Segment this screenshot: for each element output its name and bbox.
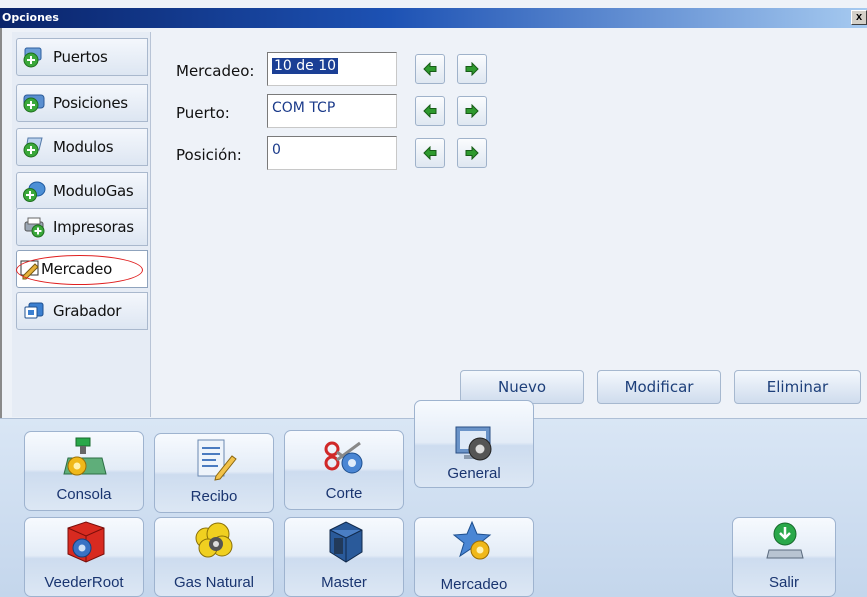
title-bar: Opciones x [0, 8, 867, 28]
arrow-right-icon [465, 146, 479, 160]
sidebar-item-mercadeo[interactable]: Mercadeo [16, 250, 148, 288]
mercadeo-prev-button[interactable] [415, 54, 445, 84]
gas-natural-button[interactable]: Gas Natural [154, 517, 274, 597]
puerto-field[interactable]: COM TCP [267, 94, 397, 128]
sidebar-item-impresoras[interactable]: Impresoras [16, 208, 148, 246]
sidebar-item-label: Puertos [53, 48, 108, 66]
monitor-gear-icon [455, 426, 492, 461]
tile-label: Master [321, 574, 367, 591]
tile-label: Recibo [190, 488, 238, 505]
sidebar-item-modulogas[interactable]: ModuloGas [16, 172, 148, 210]
veederroot-button[interactable]: VeederRoot [24, 517, 144, 597]
posicion-value: 0 [272, 142, 281, 158]
arrow-left-icon [423, 62, 437, 76]
content-panel: Mercadeo: 10 de 10 Puerto: COM TCP Posic… [151, 32, 867, 417]
mercadeo-value: 10 de 10 [272, 58, 339, 74]
arrow-left-icon [423, 146, 437, 160]
recorder-icon [22, 300, 46, 322]
corte-button[interactable]: Corte [284, 430, 404, 510]
puerto-label: Puerto: [176, 104, 230, 122]
mercadeo-label: Mercadeo: [176, 62, 255, 80]
scissors-gear-icon [324, 441, 363, 474]
master-button[interactable]: Master [284, 517, 404, 597]
tile-label: Gas Natural [173, 574, 255, 591]
server-box-icon [329, 521, 363, 563]
puerto-value: COM TCP [272, 100, 336, 116]
general-button[interactable]: General [414, 400, 534, 488]
options-window: Opciones x Puertos Posiciones Modulos Mo… [0, 0, 867, 597]
printer-plus-icon [22, 216, 46, 238]
nuevo-button[interactable]: Nuevo [460, 370, 584, 404]
tile-label: Consola [56, 486, 112, 503]
sidebar-item-puertos[interactable]: Puertos [16, 38, 148, 76]
exit-download-icon [766, 522, 804, 559]
posicion-label: Posición: [176, 146, 242, 164]
arrow-right-icon [465, 104, 479, 118]
tile-label: Corte [325, 485, 363, 502]
arrow-left-icon [423, 104, 437, 118]
veederroot-icon [67, 521, 105, 563]
mercadeo-field[interactable]: 10 de 10 [267, 52, 397, 86]
sidebar-item-grabador[interactable]: Grabador [16, 292, 148, 330]
puerto-next-button[interactable] [457, 96, 487, 126]
sidebar-item-label: ModuloGas [53, 182, 134, 200]
sidebar-item-label: Grabador [53, 302, 122, 320]
modificar-button[interactable]: Modificar [597, 370, 721, 404]
selection-highlight [16, 255, 143, 285]
mercadeo-next-button[interactable] [457, 54, 487, 84]
puerto-prev-button[interactable] [415, 96, 445, 126]
modules-plus-icon [22, 136, 46, 158]
gas-cloud-gear-icon [195, 522, 233, 558]
posicion-field[interactable]: 0 [267, 136, 397, 170]
receipt-edit-icon [197, 439, 237, 481]
arrow-right-icon [465, 62, 479, 76]
mercadeo-toolbar-button[interactable]: Mercadeo [414, 517, 534, 597]
eliminar-button[interactable]: Eliminar [734, 370, 861, 404]
window-left-edge [0, 28, 2, 418]
ports-plus-icon [22, 46, 46, 68]
tile-label: VeederRoot [44, 574, 124, 591]
consola-button[interactable]: Consola [24, 431, 144, 511]
sidebar-item-label: Modulos [53, 138, 114, 156]
posicion-prev-button[interactable] [415, 138, 445, 168]
console-icon [63, 437, 107, 476]
modulegas-plus-icon [22, 180, 46, 202]
sidebar-item-posiciones[interactable]: Posiciones [16, 84, 148, 122]
close-button[interactable]: x [851, 10, 867, 25]
salir-button[interactable]: Salir [732, 517, 836, 597]
bottom-toolbar: Consola Recibo Corte General VeederRoot … [0, 400, 867, 597]
tile-label: Mercadeo [440, 576, 508, 593]
sidebar-item-label: Posiciones [53, 94, 128, 112]
window-title: Opciones [2, 11, 59, 24]
recibo-button[interactable]: Recibo [154, 433, 274, 513]
star-gear-icon [452, 520, 492, 560]
tile-label: Salir [768, 574, 799, 591]
posicion-next-button[interactable] [457, 138, 487, 168]
positions-plus-icon [22, 92, 46, 114]
sidebar-item-modulos[interactable]: Modulos [16, 128, 148, 166]
sidebar-item-label: Impresoras [53, 218, 134, 236]
tile-label: General [447, 465, 501, 482]
sidebar: Puertos Posiciones Modulos ModuloGas Imp… [12, 32, 151, 417]
